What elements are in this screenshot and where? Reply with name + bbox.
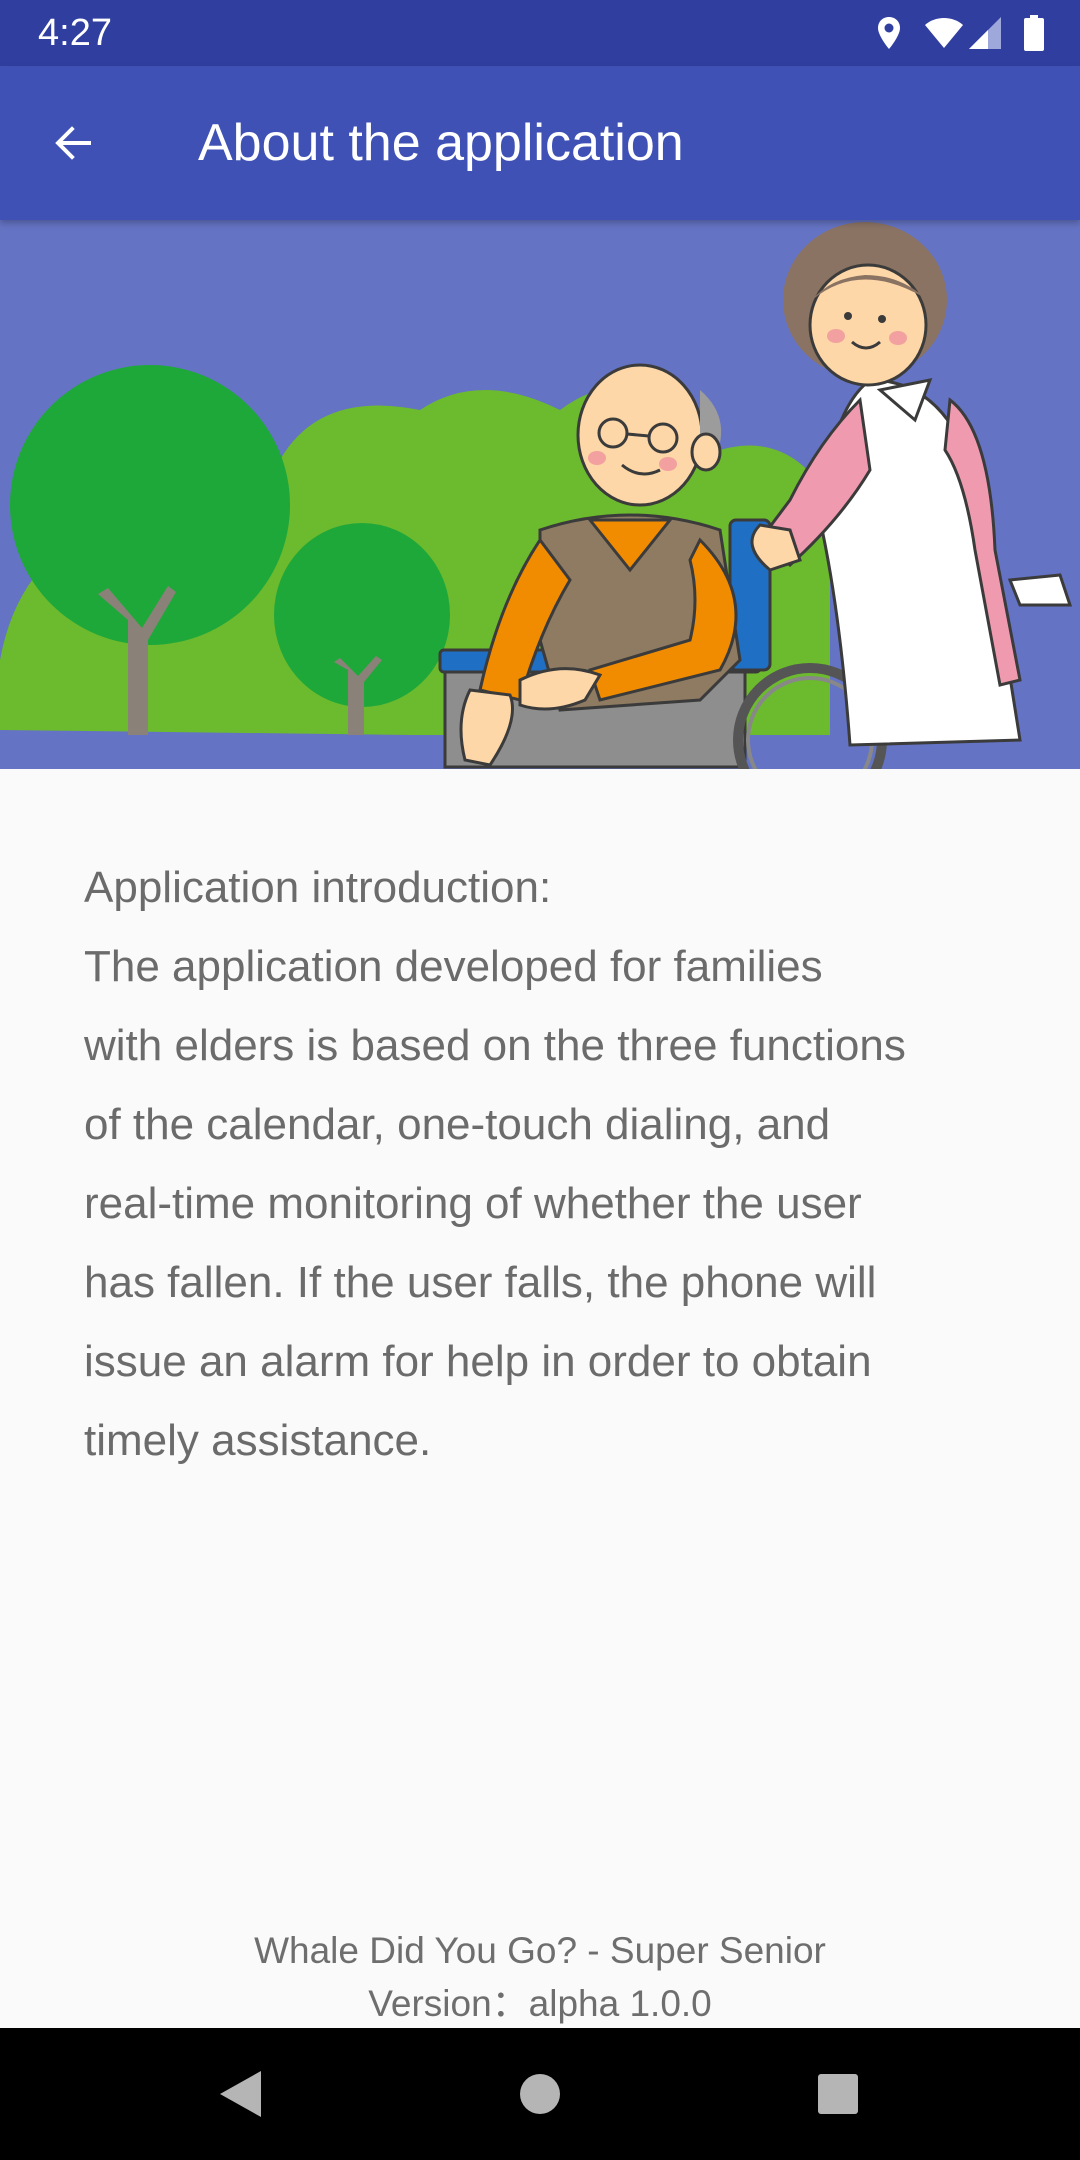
intro-line: issue an alarm for help in order to obta… [84, 1337, 872, 1386]
status-time: 4:27 [38, 12, 112, 54]
status-bar: 4:27 [0, 0, 1080, 66]
app-bar: About the application [0, 66, 1080, 220]
intro-line: of the calendar, one-touch dialing, and [84, 1100, 831, 1149]
version-label: Version：alpha 1.0.0 [368, 1983, 712, 2024]
back-button[interactable] [40, 110, 106, 176]
battery-icon [1024, 15, 1044, 51]
app-name-label: Whale Did You Go? - Super Senior [254, 1930, 826, 1971]
caregiver-illustration [0, 222, 1080, 769]
wifi-icon [924, 17, 964, 49]
nav-recents-button[interactable] [808, 2064, 868, 2124]
home-circle-icon [520, 2074, 560, 2114]
nav-home-button[interactable] [510, 2064, 570, 2124]
intro-line: with elders is based on the three functi… [84, 1021, 906, 1070]
intro-line: The application developed for families [84, 942, 823, 991]
page-title: About the application [198, 114, 684, 172]
recents-square-icon [818, 2074, 858, 2114]
intro-line: real-time monitoring of whether the user [84, 1179, 862, 1228]
intro-line: has fallen. If the user falls, the phone… [84, 1258, 877, 1307]
intro-heading: Application introduction: [84, 863, 552, 912]
status-icons [876, 12, 1044, 54]
nav-back-button[interactable] [210, 2064, 270, 2124]
intro-text: Application introduction: The applicatio… [84, 848, 1004, 1480]
back-triangle-icon [220, 2071, 261, 2117]
banner-illustration [0, 220, 1080, 769]
arrow-back-icon [55, 126, 91, 160]
intro-line: timely assistance. [84, 1416, 432, 1465]
signal-icon [968, 16, 1002, 50]
footer: Whale Did You Go? - Super Senior Version… [0, 1924, 1080, 2030]
location-icon [876, 16, 902, 50]
system-nav-bar [0, 2028, 1080, 2160]
